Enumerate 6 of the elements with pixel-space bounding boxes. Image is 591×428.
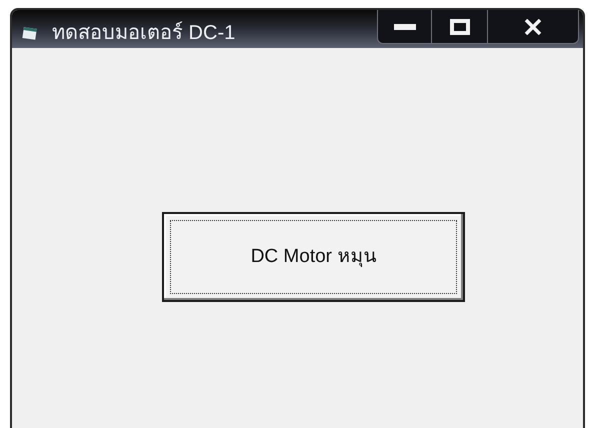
minimize-icon xyxy=(394,24,416,30)
window-title: ทดสอบมอเตอร์ DC-1 xyxy=(52,21,236,45)
close-icon xyxy=(524,18,542,34)
window-icon xyxy=(22,27,38,41)
maximize-icon xyxy=(450,18,470,34)
motor-button[interactable]: DC Motor หมุน xyxy=(162,212,465,302)
